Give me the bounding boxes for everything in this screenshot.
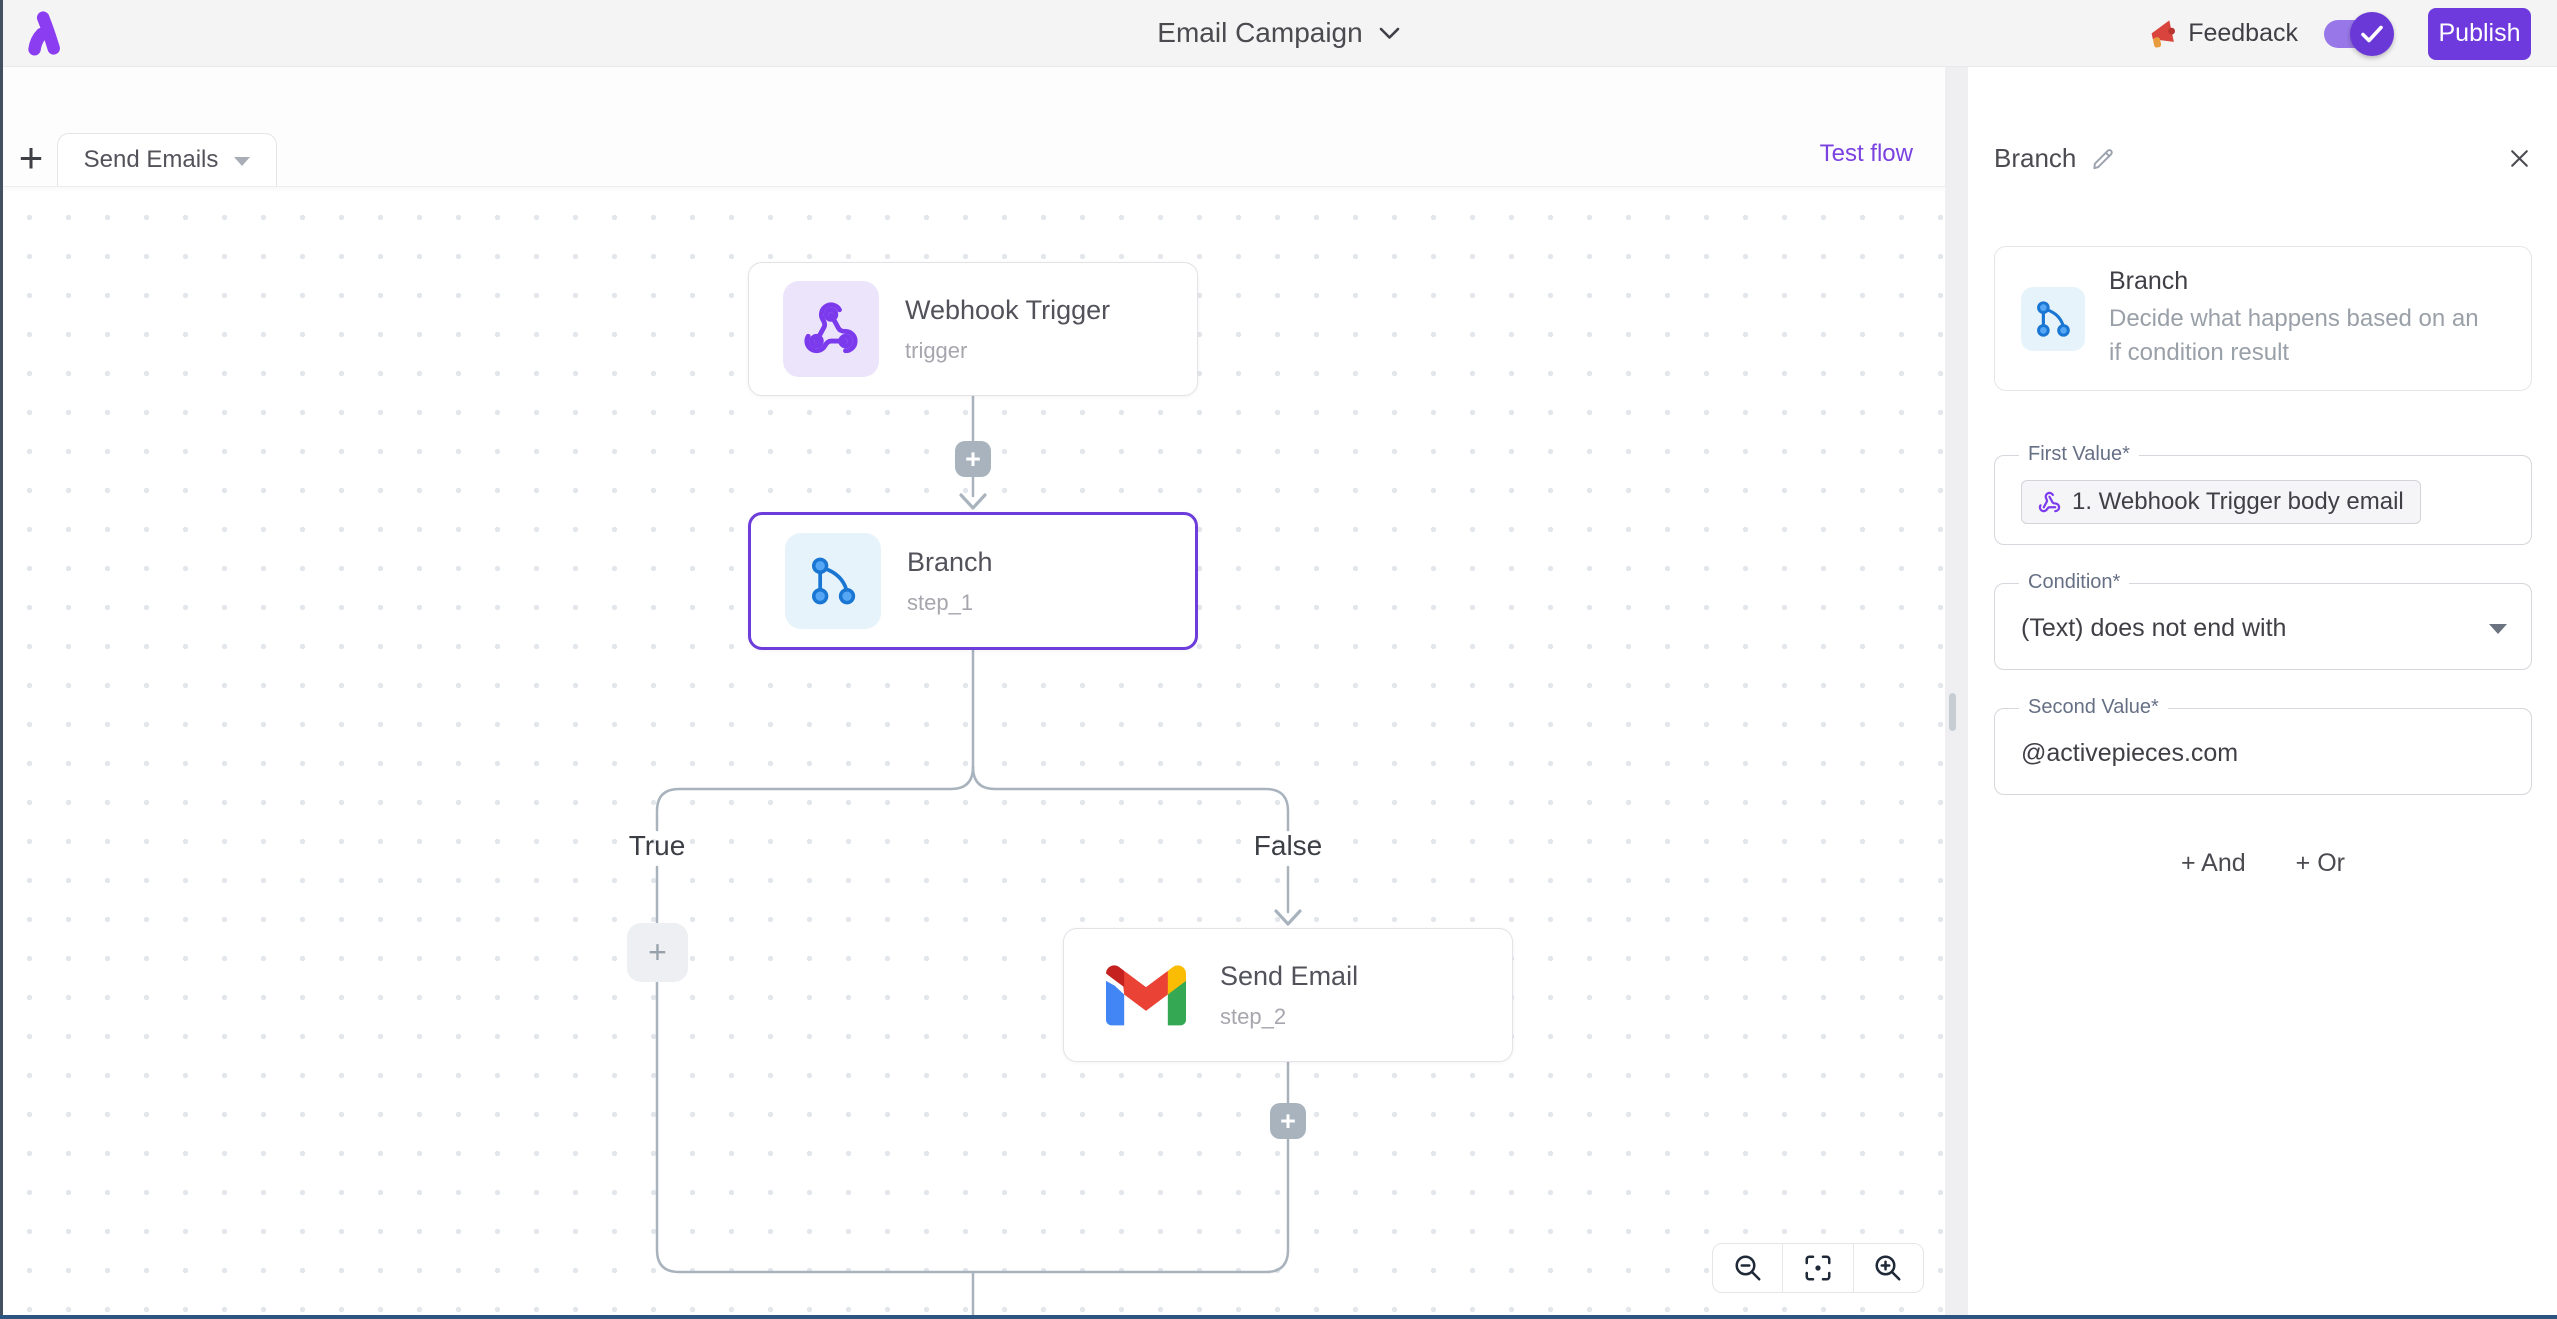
branch-false-label: False — [1254, 830, 1322, 862]
node-webhook-trigger[interactable]: Webhook Trigger trigger — [748, 262, 1198, 396]
pencil-icon — [2090, 146, 2116, 172]
node-subtitle: trigger — [905, 338, 1110, 364]
condition-label: Condition* — [2019, 571, 2129, 594]
piece-name: Branch — [2109, 267, 2487, 296]
zoom-out-icon — [1733, 1253, 1763, 1283]
add-step-placeholder[interactable]: + — [627, 923, 688, 982]
flow-title-menu[interactable]: Email Campaign — [1157, 17, 1399, 49]
zoom-out-button[interactable] — [1713, 1244, 1782, 1292]
add-step-button[interactable]: + — [955, 441, 991, 477]
node-text: Branch step_1 — [907, 547, 993, 616]
add-step-button[interactable]: + — [1270, 1103, 1306, 1139]
page-title: Email Campaign — [1157, 17, 1362, 49]
node-title: Send Email — [1220, 961, 1358, 992]
flow-edges — [0, 67, 1945, 1319]
chevron-down-icon — [1379, 27, 1400, 40]
second-value-input[interactable] — [2021, 739, 2507, 768]
second-value-label: Second Value* — [2019, 696, 2168, 719]
toggle-knob — [2350, 12, 2394, 56]
flow-canvas[interactable]: + Send Emails Test flow Webhook Trigger … — [0, 67, 1945, 1319]
fit-view-icon — [1803, 1253, 1833, 1283]
node-title: Webhook Trigger — [905, 295, 1110, 326]
tab-label: Send Emails — [84, 146, 219, 174]
megaphone-icon — [2148, 19, 2178, 49]
close-panel-button[interactable] — [2507, 146, 2532, 171]
feedback-button[interactable]: Feedback — [2148, 19, 2298, 49]
webhook-icon — [783, 281, 879, 377]
zoom-in-icon — [1873, 1253, 1903, 1283]
piece-description: Decide what happens based on an if condi… — [2109, 302, 2487, 370]
test-flow-button[interactable]: Test flow — [1820, 140, 1913, 168]
add-flow-button[interactable]: + — [10, 136, 52, 180]
rename-step-button[interactable] — [2090, 146, 2116, 172]
publish-toggle[interactable] — [2324, 20, 2388, 48]
close-icon — [2507, 146, 2532, 171]
condition-select[interactable]: Condition* (Text) does not end with — [1994, 583, 2532, 670]
add-and-condition-button[interactable]: + And — [2181, 849, 2246, 878]
condition-value: (Text) does not end with — [2021, 614, 2286, 643]
add-or-condition-button[interactable]: + Or — [2296, 849, 2345, 878]
branch-icon — [785, 533, 881, 629]
first-value-field[interactable]: First Value* 1. Webhook Trigger body ema… — [1994, 455, 2532, 545]
activepieces-logo[interactable] — [24, 10, 70, 56]
branch-icon — [2021, 287, 2085, 351]
webhook-icon — [2038, 491, 2061, 514]
step-settings-panel: Branch — [1968, 67, 2557, 1319]
gmail-icon — [1098, 947, 1194, 1043]
tab-send-emails[interactable]: Send Emails — [57, 133, 277, 186]
piece-info-card: Branch Decide what happens based on an i… — [1994, 246, 2532, 391]
check-icon — [2361, 25, 2383, 43]
node-subtitle: step_2 — [1220, 1004, 1358, 1030]
node-subtitle: step_1 — [907, 590, 993, 616]
panel-divider — [1945, 67, 1968, 1319]
panel-title: Branch — [1994, 143, 2076, 174]
fit-view-button[interactable] — [1782, 1244, 1852, 1292]
node-text: Send Email step_2 — [1220, 961, 1358, 1030]
feedback-label: Feedback — [2188, 19, 2298, 48]
second-value-field[interactable]: Second Value* — [1994, 708, 2532, 795]
publish-button[interactable]: Publish — [2428, 8, 2531, 60]
node-send-email[interactable]: Send Email step_2 — [1063, 928, 1513, 1062]
branch-true-label: True — [629, 830, 686, 862]
webhook-token-chip[interactable]: 1. Webhook Trigger body email — [2021, 480, 2421, 524]
top-bar: Email Campaign Feedback Publish — [0, 0, 2557, 67]
canvas-header: + Send Emails Test flow — [0, 67, 1945, 187]
zoom-controls — [1712, 1243, 1924, 1293]
first-value-label: First Value* — [2019, 443, 2139, 466]
select-caret-icon — [2489, 624, 2507, 634]
node-title: Branch — [907, 547, 993, 578]
canvas-scrollbar[interactable] — [1949, 693, 1956, 731]
node-branch[interactable]: Branch step_1 — [748, 512, 1198, 650]
node-text: Webhook Trigger trigger — [905, 295, 1110, 364]
window-left-edge — [0, 0, 3, 1319]
zoom-in-button[interactable] — [1853, 1244, 1923, 1292]
token-text: 1. Webhook Trigger body email — [2072, 488, 2404, 516]
activepieces-logo-icon — [24, 10, 70, 56]
window-bottom-edge — [0, 1315, 2557, 1319]
tab-menu-icon[interactable] — [234, 157, 250, 166]
